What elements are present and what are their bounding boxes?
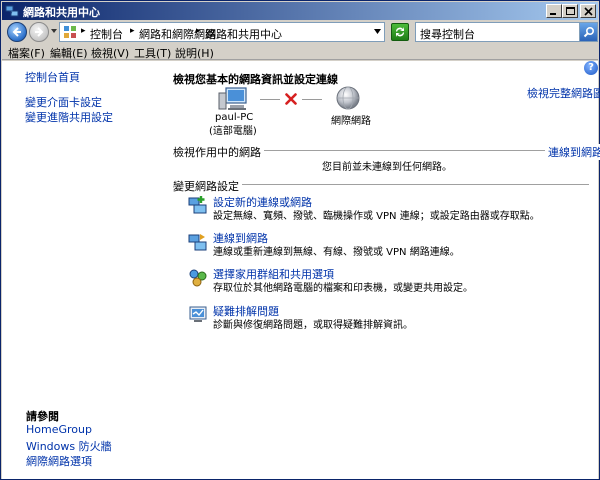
sidebar-control-panel-home[interactable]: 控制台首頁 (25, 69, 80, 85)
sidebar-change-advanced-sharing[interactable]: 變更進階共用設定 (25, 109, 113, 125)
menu-bar: 檔案(F) 編輯(E) 檢視(V) 工具(T) 說明(H) (2, 44, 598, 60)
arrow-left-icon (12, 27, 21, 37)
not-connected-status: 您目前並未連線到任何網路。 (322, 162, 452, 173)
window-title: 網路和共用中心 (23, 6, 100, 19)
troubleshoot-icon (189, 306, 207, 322)
recent-pages-chevron-icon[interactable] (51, 29, 57, 33)
refresh-button[interactable] (391, 23, 409, 41)
menu-edit[interactable]: 編輯(E) (50, 45, 88, 61)
change-settings-title: 變更網路設定 (173, 178, 242, 194)
view-full-map-link[interactable]: 檢視完整網路圖 (527, 85, 600, 101)
breadcrumb-separator-icon[interactable]: ▸ (196, 26, 201, 36)
computer-subtitle: (這部電腦) (209, 126, 257, 137)
back-button[interactable] (7, 22, 27, 42)
task-troubleshoot-desc: 診斷與修復網路問題，或取得疑難排解資訊。 (213, 320, 413, 331)
chevron-down-icon[interactable] (374, 29, 381, 34)
see-also-title: 請參閱 (26, 410, 59, 423)
title-bar[interactable]: 網路和共用中心 (2, 2, 598, 20)
connect-network-icon (188, 234, 207, 251)
see-also-homegroup[interactable]: HomeGroup (26, 423, 92, 436)
minimize-button[interactable] (546, 4, 562, 18)
address-toolbar: ▸ 控制台 ▸ 網路和網際網路 ▸ 網路和共用中心 搜尋控制台 (2, 21, 598, 43)
active-networks-title: 檢視作用中的網路 (173, 144, 264, 160)
menu-tools[interactable]: 工具(T) (134, 45, 171, 61)
help-icon[interactable]: ? (584, 61, 598, 75)
breadcrumb-separator-icon[interactable]: ▸ (130, 26, 135, 36)
search-icon (583, 26, 595, 38)
connect-to-network-link[interactable]: 連線到網路 (545, 144, 600, 160)
close-icon (584, 7, 593, 16)
network-center-icon (5, 5, 19, 17)
disconnected-x-icon[interactable] (285, 93, 297, 105)
breadcrumb-control-panel[interactable]: 控制台 (90, 26, 123, 42)
address-box[interactable]: ▸ 控制台 ▸ 網路和網際網路 ▸ 網路和共用中心 (59, 22, 385, 42)
homegroup-icon (189, 269, 207, 287)
task-homegroup-desc: 存取位於其他網路電腦的檔案和印表機，或變更共用設定。 (213, 283, 473, 294)
computer-icon (218, 87, 247, 110)
search-box[interactable]: 搜尋控制台 (415, 22, 598, 42)
sidebar-change-adapter-settings[interactable]: 變更介面卡設定 (25, 94, 102, 110)
arrow-right-icon (35, 27, 44, 37)
refresh-icon (396, 27, 404, 37)
breadcrumb-separator-icon[interactable]: ▸ (81, 26, 86, 36)
menu-help[interactable]: 說明(H) (175, 45, 214, 61)
see-also-windows-firewall[interactable]: Windows 防火牆 (26, 438, 112, 454)
close-button[interactable] (580, 4, 596, 18)
page-title: 檢視您基本的網路資訊並設定連線 (173, 73, 338, 86)
minimize-icon (550, 13, 556, 15)
internet-label: 網際網路 (331, 116, 371, 127)
forward-button[interactable] (29, 22, 49, 42)
maximize-button[interactable] (562, 4, 578, 18)
connection-line-right (302, 99, 322, 100)
window: 網路和共用中心 ▸ 控制台 ▸ 網路和網際網路 ▸ 網路和共用中心 搜尋控制台 … (0, 0, 600, 480)
search-button[interactable] (579, 23, 597, 41)
breadcrumb-network-sharing-center[interactable]: 網路和共用中心 (205, 26, 282, 42)
menu-view[interactable]: 檢視(V) (91, 45, 129, 61)
control-panel-icon (64, 26, 76, 38)
see-also-internet-options[interactable]: 網際網路選項 (26, 453, 92, 469)
menu-file[interactable]: 檔案(F) (8, 45, 45, 61)
task-setup-connection-desc: 設定無線、寬頻、撥號、臨機操作或 VPN 連線；或設定路由器或存取點。 (213, 211, 540, 222)
globe-icon (336, 86, 360, 110)
new-connection-icon (188, 196, 207, 214)
content-pane: 控制台首頁 變更介面卡設定 變更進階共用設定 請參閱 HomeGroup Win… (2, 61, 600, 479)
search-input[interactable]: 搜尋控制台 (420, 26, 475, 42)
connection-line-left (260, 99, 280, 100)
task-connect-network-desc: 連線或重新連線到無線、有線、撥號或 VPN 網路連線。 (213, 247, 460, 258)
maximize-icon (566, 7, 575, 15)
